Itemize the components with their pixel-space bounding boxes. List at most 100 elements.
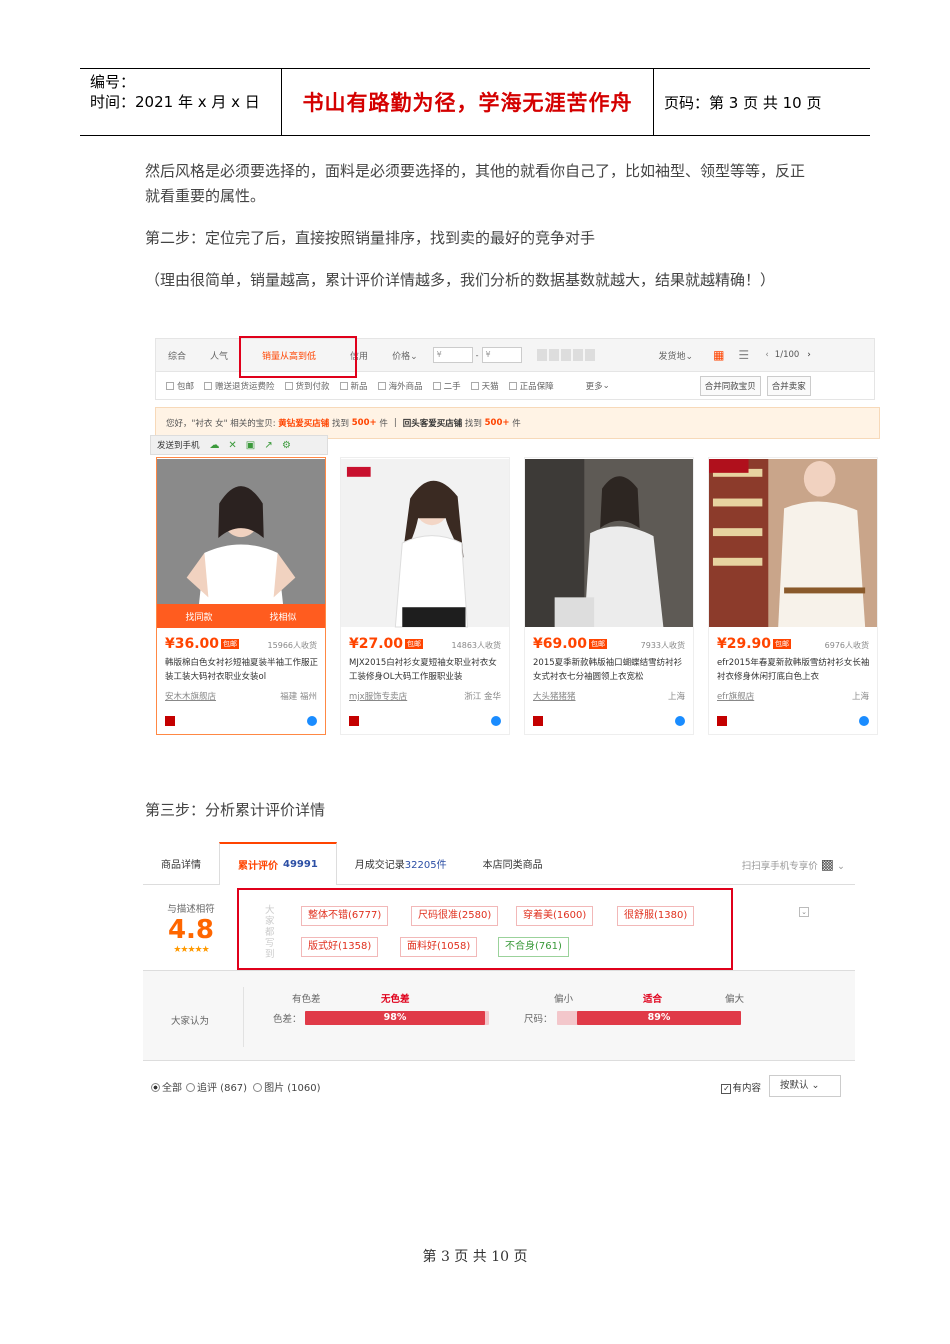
product-title[interactable]: MJX2015白衬衫女夏短袖女职业衬衣女工装修身OL大码工作服职业装 bbox=[349, 656, 504, 684]
filter-secondhand[interactable]: 二手 bbox=[432, 380, 461, 392]
product-image bbox=[525, 459, 693, 627]
shop-link[interactable]: 大头猪猪猪 bbox=[533, 690, 576, 702]
find-similar-button[interactable]: 找相似 bbox=[269, 610, 296, 623]
review-screenshot: 商品详情 累计评价 49991 月成交记录 32205件 本店同类商品 扫扫享手机专… bbox=[143, 842, 855, 1101]
product-price: ¥69.00 包邮 bbox=[533, 636, 608, 652]
merge-same-button[interactable]: 合并同款宝贝 bbox=[699, 375, 761, 396]
highlight-box-tags bbox=[237, 888, 733, 970]
send-to-phone-button[interactable]: 发送到手机 bbox=[151, 439, 206, 451]
product-title[interactable]: efr2015年春夏新款韩版雪纺衬衫女长袖衬衣修身休闲打底白色上衣 bbox=[717, 656, 872, 684]
card-overlay: 找同款 找相似 bbox=[157, 604, 325, 628]
paragraph-4: 第三步：分析累计评价详情 bbox=[145, 801, 326, 819]
product-sales: 15966人收货 bbox=[267, 641, 317, 650]
product-title[interactable]: 韩版棉白色女衬衫短袖夏装半袖工作服正装工装大码衬衣职业女装ol bbox=[165, 656, 320, 684]
paragraph-3: （理由很简单，销量越高，累计评价详情越多，我们分析的数据基数就越大，结果就越精确… bbox=[145, 271, 776, 289]
shop-link[interactable]: efr旗舰店 bbox=[717, 690, 754, 702]
grid-view-icon[interactable]: ▦ bbox=[713, 348, 724, 362]
tmall-icon bbox=[533, 716, 543, 726]
filter-images-radio[interactable]: 图片 (1060) bbox=[253, 1079, 321, 1094]
tab-reviews[interactable]: 累计评价 49991 bbox=[219, 842, 337, 885]
size-left-label: 偏小 bbox=[554, 994, 574, 1005]
filter-cod[interactable]: 货到付款 bbox=[284, 380, 330, 392]
score-block: 与描述相符 4.8 ★★★★★ bbox=[161, 901, 221, 955]
filter-all-radio[interactable]: 全部 bbox=[151, 1079, 182, 1094]
filter-genuine[interactable]: 正品保障 bbox=[508, 380, 554, 392]
color-center-label: 无色差 bbox=[381, 994, 410, 1005]
qr-promo[interactable]: 扫扫享手机专享价 ▩ ⌄ bbox=[742, 857, 845, 873]
time-label: 时间：2021 年 x 月 x 日 bbox=[90, 93, 260, 111]
card-toolbar: 发送到手机 ☁ ✕ ▣ ↗ ⚙ bbox=[150, 435, 328, 455]
cloud-icon[interactable]: ☁ bbox=[206, 440, 224, 451]
size-center-label: 适合 bbox=[643, 994, 663, 1005]
opinion-label: 大家认为 bbox=[171, 1016, 210, 1027]
product-location: 上海 bbox=[851, 692, 869, 702]
product-title[interactable]: 2015夏季新款韩版袖口蝴蝶结雪纺衬衫女式衬衣七分袖圆领上衣宽松 bbox=[533, 656, 688, 684]
filter-followup-radio[interactable]: 追评 (867) bbox=[186, 1079, 247, 1094]
tmall-icon bbox=[165, 716, 175, 726]
filter-free-shipping[interactable]: 包邮 bbox=[166, 380, 194, 392]
wangwang-icon[interactable] bbox=[859, 716, 869, 726]
product-price: ¥36.00 包邮 bbox=[165, 636, 240, 652]
product-image bbox=[341, 459, 509, 628]
tab-comprehensive[interactable]: 综合 bbox=[156, 349, 198, 362]
next-page-icon[interactable]: › bbox=[807, 350, 811, 360]
shop-link[interactable]: mjx服饰专卖店 bbox=[349, 690, 407, 702]
product-sales: 14863人收货 bbox=[451, 641, 501, 650]
document-header: 编号： 时间：2021 年 x 月 x 日 书山有路勤为径，学海无涯苦作舟 页码… bbox=[80, 68, 870, 136]
score-label: 与描述相符 bbox=[167, 904, 215, 915]
find-same-button[interactable]: 找同款 bbox=[185, 610, 212, 623]
settings-icon[interactable]: ⚙ bbox=[278, 440, 296, 451]
filter-return-insurance[interactable]: 赠送退货运费险 bbox=[204, 380, 275, 392]
price-to-input[interactable]: ¥ bbox=[481, 347, 522, 363]
list-view-icon[interactable]: ☰ bbox=[738, 348, 749, 362]
product-card[interactable]: 找同款 找相似 ¥36.00 包邮 15966人收货 韩版棉白色女衬衫短袖夏装半袖… bbox=[156, 457, 326, 735]
product-location: 浙江 金华 bbox=[464, 692, 501, 702]
tab-product-detail[interactable]: 商品详情 bbox=[143, 843, 219, 885]
product-sales: 6976人收货 bbox=[824, 641, 869, 650]
tab-popularity[interactable]: 人气 bbox=[198, 349, 240, 362]
prev-page-icon[interactable]: ‹ bbox=[765, 350, 769, 360]
ship-from-select[interactable]: 发货地⌄ bbox=[647, 349, 706, 362]
size-right-label: 偏大 bbox=[725, 994, 745, 1005]
page-indicator: 1/100 bbox=[774, 350, 800, 360]
sort-select[interactable]: 按默认 ⌄ bbox=[769, 1075, 841, 1097]
color-label: 色差： bbox=[273, 1014, 302, 1025]
wangwang-icon[interactable] bbox=[675, 716, 685, 726]
has-content-checkbox[interactable]: ✓ 有内容 bbox=[721, 1080, 761, 1094]
qr-code-icon: ▩ bbox=[820, 857, 835, 873]
filter-new[interactable]: 新品 bbox=[339, 380, 368, 392]
page-footer: 第 3 页 共 10 页 bbox=[422, 1249, 528, 1265]
product-card[interactable]: ¥27.00 包邮 14863人收货 MJX2015白衬衫女夏短袖女职业衬衣女工装… bbox=[340, 457, 510, 735]
save-icon[interactable]: ▣ bbox=[242, 440, 260, 451]
product-location: 福建 福州 bbox=[280, 692, 317, 702]
product-card[interactable]: ¥29.90 包邮 6976人收货 efr2015年春夏新款韩版雪纺衬衫女长袖衬衣… bbox=[708, 457, 878, 735]
paragraph-2: 第二步：定位完了后，直接按照销量排序，找到卖的最好的竞争对手 bbox=[145, 229, 596, 247]
shop-link[interactable]: 安木木旗舰店 bbox=[165, 690, 216, 702]
star-rating: ★★★★★ bbox=[173, 945, 209, 955]
collapse-toggle[interactable]: ⌄ bbox=[799, 907, 809, 917]
color-left-label: 有色差 bbox=[292, 994, 321, 1005]
tab-monthly-records[interactable]: 月成交记录 32205件 bbox=[337, 843, 465, 885]
tab-similar-products[interactable]: 本店同类商品 bbox=[465, 843, 561, 885]
expand-icon[interactable]: ✕ bbox=[224, 440, 242, 451]
number-label: 编号： bbox=[90, 73, 136, 91]
filter-tmall[interactable]: 天猫 bbox=[470, 380, 499, 392]
filter-overseas[interactable]: 海外商品 bbox=[377, 380, 423, 392]
opinion-section: 大家认为 有色差 无色差 色差： 98% 偏小 适合 偏大 尺码： 89% bbox=[143, 971, 855, 1061]
merge-seller-button[interactable]: 合并卖家 bbox=[766, 375, 811, 396]
wangwang-icon[interactable] bbox=[307, 716, 317, 726]
share-icon[interactable]: ↗ bbox=[260, 440, 278, 451]
motto: 书山有路勤为径，学海无涯苦作舟 bbox=[282, 69, 654, 135]
product-price: ¥29.90 包邮 bbox=[717, 636, 792, 652]
filter-more[interactable]: 更多 ⌄ bbox=[586, 380, 610, 392]
price-from-input[interactable]: ¥ bbox=[432, 347, 473, 363]
product-sales: 7933人收货 bbox=[640, 641, 685, 650]
price-distribution-icon bbox=[536, 349, 597, 361]
score-value: 4.8 bbox=[167, 915, 215, 945]
product-card[interactable]: ¥69.00 包邮 7933人收货 2015夏季新款韩版袖口蝴蝶结雪纺衬衫女式衬衣… bbox=[524, 457, 694, 735]
header-left-cell: 编号： 时间：2021 年 x 月 x 日 bbox=[80, 69, 282, 135]
product-image bbox=[157, 459, 325, 627]
tab-price[interactable]: 价格⌄ bbox=[380, 349, 430, 362]
tmall-icon bbox=[717, 716, 727, 726]
wangwang-icon[interactable] bbox=[491, 716, 501, 726]
